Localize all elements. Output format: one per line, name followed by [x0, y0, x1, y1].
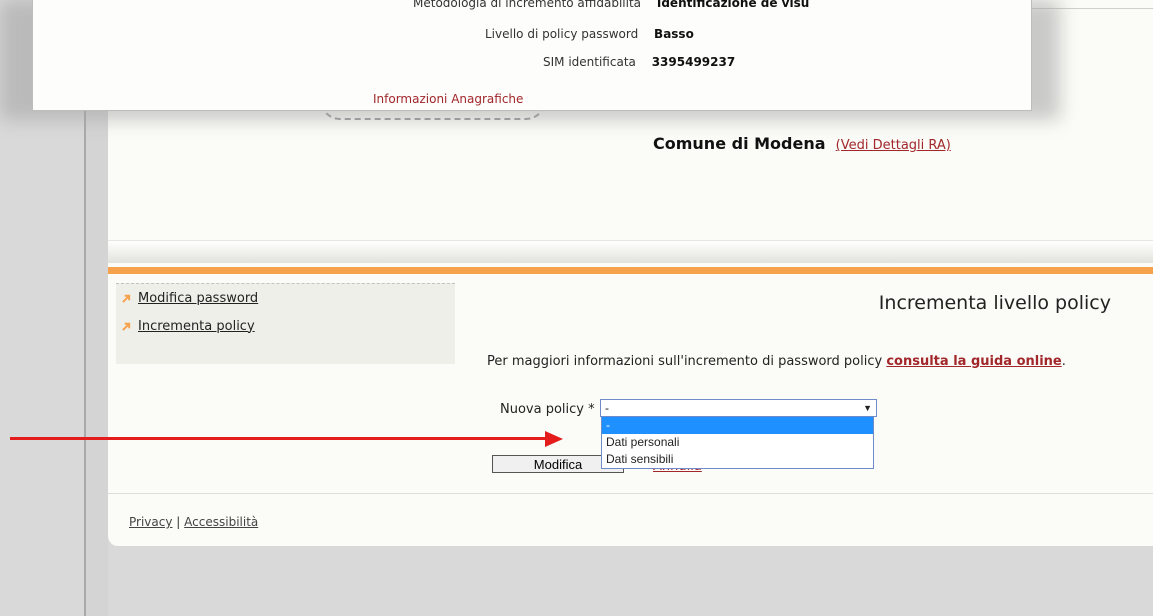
- policy-option-none[interactable]: -: [602, 417, 873, 434]
- accessibility-link[interactable]: Accessibilità: [184, 515, 258, 529]
- organization-line: Comune di Modena (Vedi Dettagli RA): [653, 134, 951, 153]
- sidebar-menu: Modifica password Incrementa policy: [116, 283, 455, 364]
- popup-row-value: 3395499237: [651, 55, 736, 69]
- popup-row-label: SIM identificata: [543, 55, 636, 69]
- page-title: Incrementa livello policy: [878, 292, 1111, 314]
- policy-option-dati-sensibili[interactable]: Dati sensibili: [602, 451, 873, 468]
- policy-select[interactable]: - ▼: [600, 399, 877, 417]
- popup-row-metodologia: Metodologia di incremento affidabilità I…: [413, 0, 809, 10]
- policy-option-dati-personali[interactable]: Dati personali: [602, 434, 873, 451]
- sidebar-item-incrementa-policy[interactable]: Incrementa policy: [116, 312, 455, 340]
- online-guide-link[interactable]: consulta la guida online: [886, 354, 1061, 369]
- organization-name: Comune di Modena: [653, 134, 826, 153]
- popup-row-label: Metodologia di incremento affidabilità: [413, 0, 642, 10]
- info-text: Per maggiori informazioni sull'increment…: [487, 354, 1066, 369]
- arrow-icon: [122, 294, 131, 303]
- footer-separator: |: [176, 515, 181, 529]
- sidebar-item-modifica-password[interactable]: Modifica password: [116, 284, 455, 312]
- caret-down-icon: ▼: [863, 403, 872, 413]
- popup-row-value: Basso: [654, 27, 694, 41]
- sidebar-item-label[interactable]: Modifica password: [138, 291, 258, 306]
- view-ra-details-link[interactable]: (Vedi Dettagli RA): [836, 138, 951, 153]
- annotation-arrow-head: [545, 431, 563, 447]
- popup-row-livello-policy: Livello di policy password Basso: [485, 27, 694, 41]
- arrow-icon: [122, 322, 131, 331]
- personal-info-link[interactable]: Informazioni Anagrafiche: [373, 92, 523, 106]
- popup-row-label: Livello di policy password: [485, 27, 639, 41]
- accent-bar: [108, 267, 1153, 274]
- annotation-arrow-line: [10, 437, 545, 440]
- section-divider: [108, 240, 1153, 263]
- footer: Privacy | Accessibilità: [129, 515, 258, 529]
- policy-select-value: -: [605, 401, 609, 415]
- popup-row-value: Identificazione de visu: [656, 0, 810, 10]
- info-text-suffix: .: [1061, 354, 1066, 369]
- policy-label: Nuova policy *: [500, 402, 595, 417]
- footer-divider: [108, 493, 1153, 494]
- user-info-popup: Metodologia di incremento affidabilità I…: [32, 0, 1032, 111]
- privacy-link[interactable]: Privacy: [129, 515, 172, 529]
- info-text-prefix: Per maggiori informazioni sull'increment…: [487, 354, 887, 369]
- sidebar-item-label[interactable]: Incrementa policy: [138, 319, 255, 334]
- popup-row-sim: SIM identificata 3395499237: [543, 55, 735, 69]
- policy-dropdown: - Dati personali Dati sensibili: [601, 416, 874, 469]
